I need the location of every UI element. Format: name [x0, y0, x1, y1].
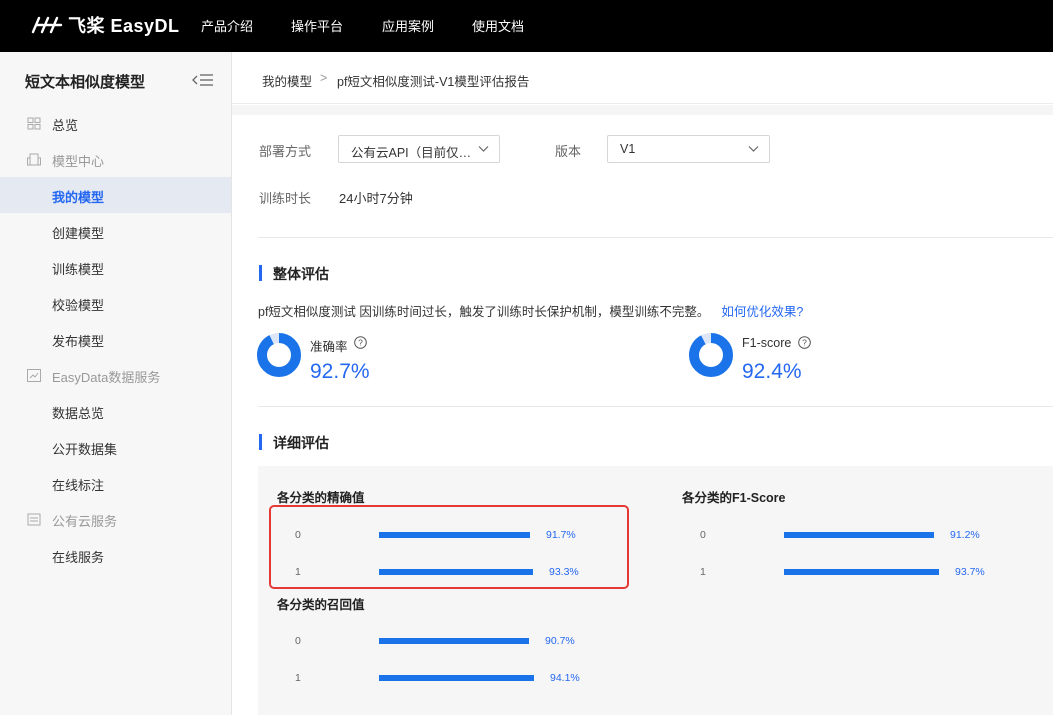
sidebar-group-easydata: EasyData数据服务 — [0, 357, 231, 393]
recall-category-1: 1 — [295, 672, 301, 684]
sidebar-item-label: 在线服务 — [52, 550, 105, 565]
training-notice-text: pf短文相似度测试 因训练时间过长，触发了训练时长保护机制，模型训练不完整。 — [258, 305, 710, 319]
precision-chart-title: 各分类的精确值 — [277, 491, 365, 505]
sidebar-item-label: 发布模型 — [52, 334, 105, 349]
f1-chart-title: 各分类的F1-Score — [682, 491, 786, 505]
brand-logo[interactable]: 飞桨 EasyDL — [30, 12, 180, 38]
cloud-server-icon — [27, 513, 41, 526]
f1-value-0: 91.2% — [950, 529, 980, 541]
version-label: 版本 — [555, 144, 582, 159]
main-content: 我的模型 > pf短文相似度测试-V1模型评估报告 部署方式 公有云API（目前… — [232, 52, 1053, 715]
nav-cases[interactable]: 应用案例 — [382, 16, 434, 35]
breadcrumb-separator: > — [320, 71, 328, 85]
top-navbar: 飞桨 EasyDL 产品介绍 操作平台 应用案例 使用文档 — [0, 0, 1053, 52]
f1-bar-1 — [784, 569, 939, 575]
deploy-method-label: 部署方式 — [259, 144, 312, 159]
grid-icon — [27, 117, 41, 130]
sidebar-item-validate-model[interactable]: 校验模型 — [0, 285, 231, 321]
recall-bar-0 — [379, 638, 529, 644]
recall-value-1: 94.1% — [550, 672, 580, 684]
collapse-sidebar-icon[interactable] — [192, 72, 214, 88]
recall-category-0: 0 — [295, 635, 301, 647]
training-duration-value: 24小时7分钟 — [339, 191, 413, 206]
deploy-method-select[interactable]: 公有云API（目前仅… — [338, 135, 500, 163]
divider — [258, 406, 1053, 407]
chevron-down-icon — [748, 146, 759, 152]
sidebar-item-label: 公开数据集 — [52, 442, 118, 457]
f1-category-0: 0 — [700, 529, 706, 541]
f1-category-1: 1 — [700, 566, 706, 578]
nav-docs[interactable]: 使用文档 — [472, 16, 524, 35]
sidebar-item-label: 校验模型 — [52, 298, 105, 313]
sidebar-item-create-model[interactable]: 创建模型 — [0, 213, 231, 249]
sidebar-item-label: 训练模型 — [52, 262, 105, 277]
highlight-annotation-box — [269, 505, 629, 589]
sidebar-item-label: 我的模型 — [52, 190, 105, 205]
sidebar-item-online-labeling[interactable]: 在线标注 — [0, 465, 231, 501]
help-icon[interactable]: ? — [354, 336, 367, 349]
sidebar-item-label: 总览 — [52, 118, 79, 133]
recall-chart-title: 各分类的召回值 — [277, 598, 365, 612]
sidebar-group-label: 模型中心 — [52, 154, 105, 169]
breadcrumb: 我的模型 > pf短文相似度测试-V1模型评估报告 — [232, 52, 1053, 104]
sidebar-item-publish-model[interactable]: 发布模型 — [0, 321, 231, 357]
divider — [258, 237, 1053, 238]
sidebar-group-cloud-service: 公有云服务 — [0, 501, 231, 537]
sidebar-item-overview[interactable]: 总览 — [0, 105, 231, 141]
sidebar-item-public-datasets[interactable]: 公开数据集 — [0, 429, 231, 465]
f1-ring-chart — [689, 333, 733, 377]
accuracy-ring-chart — [257, 333, 301, 377]
f1-score-label: F1-score — [742, 336, 792, 350]
section-accent-bar — [259, 434, 262, 450]
brand-name: 飞桨 EasyDL — [68, 16, 180, 36]
sidebar-group-label: 公有云服务 — [52, 514, 118, 529]
building-icon — [27, 153, 41, 166]
detail-eval-panel: 各分类的精确值 0 91.7% 1 93.3% 各分类的F1-Score 0 9… — [258, 466, 1053, 715]
svg-text:?: ? — [802, 338, 807, 348]
chevron-down-icon — [478, 146, 489, 152]
f1-bar-0 — [784, 532, 934, 538]
f1-score-value: 92.4% — [742, 360, 802, 383]
sidebar-group-model-center: 模型中心 — [0, 141, 231, 177]
sidebar-item-train-model[interactable]: 训练模型 — [0, 249, 231, 285]
help-icon[interactable]: ? — [798, 336, 811, 349]
recall-value-0: 90.7% — [545, 635, 575, 647]
sidebar-item-label: 创建模型 — [52, 226, 105, 241]
training-duration-label: 训练时长 — [259, 191, 312, 206]
accuracy-value: 92.7% — [310, 360, 370, 383]
deploy-method-value: 公有云API（目前仅… — [351, 146, 472, 160]
sidebar-group-label: EasyData数据服务 — [52, 370, 161, 385]
svg-text:?: ? — [358, 338, 363, 348]
version-value: V1 — [620, 142, 636, 156]
accuracy-label: 准确率 — [310, 340, 348, 354]
detail-eval-title: 详细评估 — [273, 435, 329, 451]
section-accent-bar — [259, 265, 262, 281]
paddle-logo-icon — [31, 16, 63, 34]
nav-product-intro[interactable]: 产品介绍 — [201, 16, 253, 35]
overall-eval-title: 整体评估 — [273, 266, 329, 282]
nav-platform[interactable]: 操作平台 — [291, 16, 343, 35]
recall-bar-1 — [379, 675, 534, 681]
sidebar-item-online-service[interactable]: 在线服务 — [0, 537, 231, 573]
sidebar-title: 短文本相似度模型 — [25, 74, 146, 91]
header-spacer — [232, 105, 1053, 115]
breadcrumb-current: pf短文相似度测试-V1模型评估报告 — [337, 75, 530, 89]
sidebar-item-data-overview[interactable]: 数据总览 — [0, 393, 231, 429]
sidebar: 短文本相似度模型 总览 模型中心 我的模型 创建模型 训练模型 校验模型 发布模… — [0, 52, 232, 715]
breadcrumb-my-models-link[interactable]: 我的模型 — [262, 71, 312, 90]
chart-icon — [27, 369, 41, 382]
sidebar-item-label: 在线标注 — [52, 478, 105, 493]
optimize-help-link[interactable]: 如何优化效果? — [721, 305, 803, 319]
sidebar-item-my-models[interactable]: 我的模型 — [0, 177, 231, 213]
f1-value-1: 93.7% — [955, 566, 985, 578]
version-select[interactable]: V1 — [607, 135, 770, 163]
sidebar-item-label: 数据总览 — [52, 406, 105, 421]
training-notice: pf短文相似度测试 因训练时间过长，触发了训练时长保护机制，模型训练不完整。 如何… — [258, 301, 803, 320]
